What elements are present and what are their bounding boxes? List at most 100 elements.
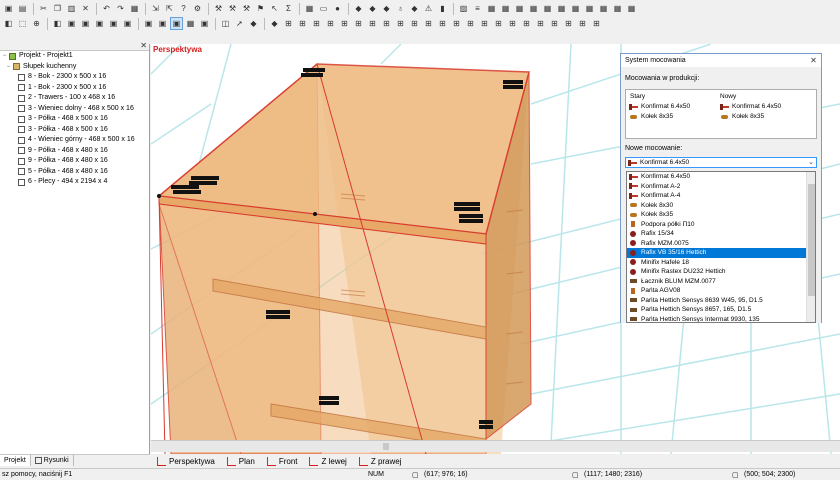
dropdown-option[interactable]: Minifix Rastex DU232 Hettich: [627, 267, 807, 277]
tree-item-part[interactable]: 8 - Bok - 2300 x 500 x 16: [0, 72, 149, 83]
vase-icon[interactable]: ♁: [394, 2, 407, 15]
horizontal-scrollbar[interactable]: [151, 440, 840, 452]
arrow-icon[interactable]: ➚: [233, 17, 246, 30]
dropdown-option[interactable]: Pańta Hettich Sensys 8639 W45, 95, D1.5: [627, 296, 807, 306]
dropdown-option[interactable]: Rafix VB 35/16 Hettich: [627, 248, 807, 258]
grid-icon[interactable]: ▦: [583, 2, 596, 15]
close-icon[interactable]: ✕: [140, 41, 147, 50]
grid-icon[interactable]: ▦: [485, 2, 498, 15]
tools-icon[interactable]: ⊞: [576, 17, 589, 30]
tools-icon[interactable]: ⊞: [366, 17, 379, 30]
grid-icon[interactable]: ▦: [527, 2, 540, 15]
grid-icon[interactable]: ▦: [499, 2, 512, 15]
question-icon[interactable]: ?: [177, 2, 190, 15]
tools-icon[interactable]: ⊞: [520, 17, 533, 30]
view-icon[interactable]: ◧: [51, 17, 64, 30]
tree-item-part[interactable]: 5 - Półka - 468 x 480 x 16: [0, 167, 149, 178]
grid-icon[interactable]: ▦: [541, 2, 554, 15]
grid-icon[interactable]: ▦: [569, 2, 582, 15]
tree-item-part[interactable]: 4 - Wieniec górny - 468 x 500 x 16: [0, 135, 149, 146]
production-row-old[interactable]: Kołek 8x35: [629, 113, 673, 120]
delete-icon[interactable]: ✕: [79, 2, 92, 15]
tools-icon[interactable]: ⊞: [464, 17, 477, 30]
cut-icon[interactable]: ✂: [37, 2, 50, 15]
tab-plan[interactable]: Plan: [221, 457, 261, 466]
dropdown-option[interactable]: Rafix MZM.0075: [627, 239, 807, 249]
cube-icon[interactable]: ◆: [352, 2, 365, 15]
tool-icon[interactable]: ⚒: [226, 2, 239, 15]
cursor-icon[interactable]: ↖: [268, 2, 281, 15]
fastening-dropdown-list[interactable]: Konfirmat 6.4x50 Konfirmat A-2 Konfirmat A…: [626, 171, 816, 323]
cube-icon[interactable]: ◆: [247, 17, 260, 30]
box-icon[interactable]: ▣: [93, 17, 106, 30]
box-icon[interactable]: ▣: [156, 17, 169, 30]
tab-perspektywa[interactable]: Perspektywa: [151, 457, 221, 466]
tools-icon[interactable]: ⊞: [590, 17, 603, 30]
grid-icon[interactable]: ▦: [513, 2, 526, 15]
tools-icon[interactable]: ⊞: [548, 17, 561, 30]
list-icon[interactable]: ≡: [471, 2, 484, 15]
tools-icon[interactable]: ⊞: [282, 17, 295, 30]
tree-item-project[interactable]: − Projekt - Projekt1: [0, 51, 149, 62]
dropdown-option[interactable]: Pańta Hettich Sensys 8657, 165, D1.5: [627, 305, 807, 315]
tab-z-prawej[interactable]: Z prawej: [353, 457, 408, 466]
export-icon[interactable]: ⇱: [163, 2, 176, 15]
tools-icon[interactable]: ⊞: [352, 17, 365, 30]
tree-item-part[interactable]: 1 - Bok - 2300 x 500 x 16: [0, 83, 149, 94]
grid-icon[interactable]: ▦: [555, 2, 568, 15]
warning-icon[interactable]: ⚠: [422, 2, 435, 15]
tools-icon[interactable]: ⊞: [492, 17, 505, 30]
box-icon[interactable]: ▣: [65, 17, 78, 30]
undo-icon[interactable]: ↶: [100, 2, 113, 15]
tab-projekt[interactable]: Projekt: [0, 455, 31, 466]
tools-icon[interactable]: ⊞: [296, 17, 309, 30]
tree-item-part[interactable]: 9 - Półka - 468 x 480 x 16: [0, 156, 149, 167]
paste-icon[interactable]: ▥: [65, 2, 78, 15]
dropdown-option[interactable]: Konfirmat A-2: [627, 182, 807, 192]
tab-front[interactable]: Front: [261, 457, 304, 466]
tool-icon[interactable]: ⚒: [212, 2, 225, 15]
save-icon[interactable]: ▦: [128, 2, 141, 15]
box-icon[interactable]: ▣: [79, 17, 92, 30]
dropdown-option[interactable]: Konfirmat A-4: [627, 191, 807, 201]
tools-icon[interactable]: ⊞: [450, 17, 463, 30]
dropdown-option[interactable]: Kołek 8x35: [627, 210, 807, 220]
tools-icon[interactable]: ⊞: [478, 17, 491, 30]
layers-icon[interactable]: ◫: [219, 17, 232, 30]
dropdown-option[interactable]: Konfirmat 6.4x50: [627, 172, 807, 182]
zoom-icon[interactable]: ⊕: [30, 17, 43, 30]
copy-icon[interactable]: ❐: [51, 2, 64, 15]
dropdown-option[interactable]: Minifix Hafele 18: [627, 258, 807, 268]
scrollbar-thumb[interactable]: [808, 184, 815, 296]
production-row-new[interactable]: Konfirmat 6.4x50: [720, 103, 781, 110]
box-icon[interactable]: ▣: [142, 17, 155, 30]
scrollbar-thumb[interactable]: [383, 443, 389, 450]
tools-icon[interactable]: ⊞: [436, 17, 449, 30]
dropdown-option[interactable]: Kołek 8x30: [627, 201, 807, 211]
settings-icon[interactable]: ⚙: [191, 2, 204, 15]
tool-icon[interactable]: ⚒: [240, 2, 253, 15]
dropdown-option[interactable]: Podpora półki Π10: [627, 220, 807, 230]
tools-icon[interactable]: ⊞: [394, 17, 407, 30]
dropdown-option[interactable]: Pańta AGV08: [627, 286, 807, 296]
sphere-icon[interactable]: ●: [331, 2, 344, 15]
tree-item-part[interactable]: 3 - Półka - 468 x 500 x 16: [0, 125, 149, 136]
folder-open-icon[interactable]: ▣: [2, 2, 15, 15]
tree-item-cabinet[interactable]: − Słupek kuchenny: [0, 62, 149, 73]
dialog-titlebar[interactable]: System mocowania ✕: [621, 54, 821, 67]
box-icon[interactable]: ▣: [170, 17, 183, 30]
tools-icon[interactable]: ⊞: [422, 17, 435, 30]
select-icon[interactable]: ⬚: [16, 17, 29, 30]
calendar-icon[interactable]: ▦: [303, 2, 316, 15]
cube-icon[interactable]: ◆: [380, 2, 393, 15]
box-icon[interactable]: ▣: [107, 17, 120, 30]
view-icon[interactable]: ◧: [2, 17, 15, 30]
dropdown-option[interactable]: Rafix 15/34: [627, 229, 807, 239]
box-icon[interactable]: ▣: [121, 17, 134, 30]
tools-icon[interactable]: ⊞: [380, 17, 393, 30]
grid-icon[interactable]: ▦: [597, 2, 610, 15]
tree-item-part[interactable]: 2 - Trawers - 100 x 468 x 16: [0, 93, 149, 104]
sigma-icon[interactable]: Σ: [282, 2, 295, 15]
box-icon[interactable]: ▣: [198, 17, 211, 30]
cube-icon[interactable]: ◆: [268, 17, 281, 30]
